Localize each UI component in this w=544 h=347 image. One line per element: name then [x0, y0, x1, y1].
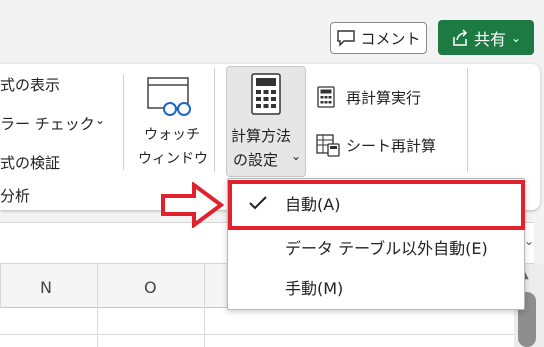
calculate-sheet-label: シート再計算 — [346, 137, 437, 155]
error-checking-button[interactable]: ラー チェック — [0, 113, 95, 134]
share-icon — [453, 28, 468, 46]
chevron-down-icon: ⌄ — [510, 30, 522, 45]
calc-options-label-1: 計算方法 — [231, 127, 292, 145]
column-header-o[interactable]: O — [144, 278, 157, 297]
calculate-now-label: 再計算実行 — [346, 89, 422, 107]
cell-grid[interactable] — [0, 308, 514, 347]
menu-item-manual[interactable]: 手動(M) — [228, 267, 524, 307]
comment-button[interactable]: コメント — [330, 22, 427, 54]
watch-window-label-2: ウィンドウ — [138, 151, 208, 167]
column-header-n[interactable]: N — [40, 278, 52, 297]
row-divider — [0, 334, 514, 335]
calculation-options-button[interactable]: 計算方法 の設定 ⌄ — [226, 66, 306, 177]
arrow-right-icon — [161, 182, 224, 228]
calculate-now-button[interactable]: 再計算実行 — [314, 84, 464, 110]
watch-window-label-1: ウォッチ — [144, 127, 200, 143]
ribbon-divider — [467, 68, 468, 172]
menu-item-label: 手動(M) — [285, 279, 344, 298]
comment-icon — [337, 30, 356, 47]
chevron-down-icon[interactable]: ⌄ — [95, 113, 105, 127]
ribbon-divider — [214, 68, 215, 172]
chevron-down-icon: ⌄ — [291, 149, 302, 163]
highlight-box — [228, 180, 525, 230]
ribbon-divider — [123, 74, 124, 170]
evaluate-formula-button[interactable]: 式の検証 — [0, 152, 60, 173]
calc-options-label-2: の設定 — [233, 151, 279, 169]
share-button-label: 共有 — [473, 29, 506, 49]
formula-auditing-group-label: 分析 — [0, 187, 31, 205]
calculator-small-icon — [317, 86, 335, 108]
watch-window-icon — [147, 77, 191, 116]
comment-button-label: コメント — [360, 29, 421, 48]
calculate-sheet-icon — [316, 134, 340, 157]
calculator-icon — [251, 73, 281, 115]
show-formulas-button[interactable]: 式の表示 — [0, 74, 60, 95]
chevron-down-icon[interactable]: ⌄ — [524, 234, 534, 248]
calculate-sheet-button[interactable]: シート再計算 — [314, 131, 464, 159]
cell-divider — [97, 308, 98, 347]
menu-item-automatic-except-tables[interactable]: データ テーブル以外自動(E) — [228, 227, 524, 267]
watch-window-button[interactable]: ウォッチ ウィンドウ — [134, 70, 208, 176]
menu-item-label: データ テーブル以外自動(E) — [285, 239, 488, 258]
share-button[interactable]: 共有 ⌄ — [438, 20, 534, 55]
cell-divider — [204, 308, 205, 347]
